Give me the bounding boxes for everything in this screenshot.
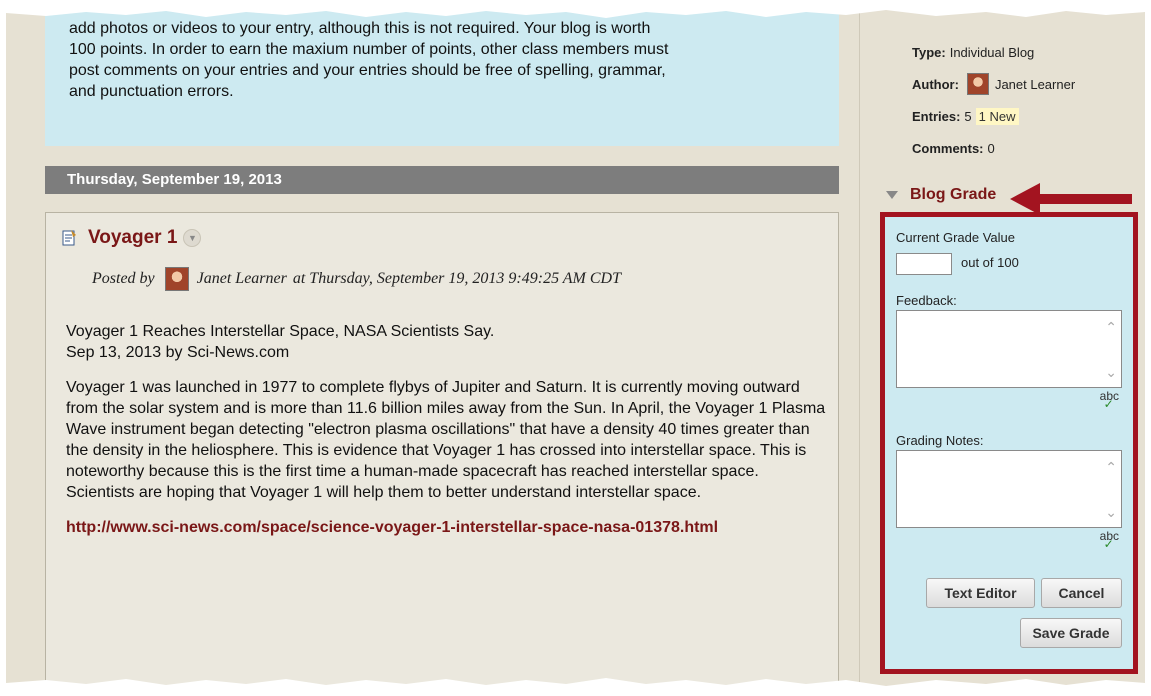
blog-type-row: Type: Individual Blog: [912, 36, 1075, 68]
type-value: Individual Blog: [949, 44, 1035, 60]
torn-edge-top: [6, 6, 1145, 18]
column-divider: [859, 6, 860, 690]
blog-entry: Voyager 1 ▼ Posted by Janet Learner at T…: [45, 212, 839, 690]
feedback-textarea[interactable]: ⌃ ⌄: [896, 310, 1122, 388]
instructions-line: post comments on your entries and your e…: [69, 62, 666, 79]
entry-options-chevron-icon[interactable]: ▼: [183, 229, 202, 247]
instructions-line: add photos or videos to your entry, alth…: [69, 20, 651, 37]
author-value: Janet Learner: [994, 76, 1076, 92]
new-entries-badge[interactable]: 1 New: [975, 107, 1019, 125]
instructions-line: 100 points. In order to earn the maxium …: [69, 41, 669, 58]
grade-out-of-label: out of 100: [961, 255, 1019, 270]
cancel-button[interactable]: Cancel: [1041, 578, 1122, 608]
scroll-up-icon[interactable]: ⌃: [1105, 319, 1117, 336]
text-editor-button[interactable]: Text Editor: [926, 578, 1035, 608]
feedback-spellcheck-icon[interactable]: abc ✓: [1100, 389, 1119, 411]
entry-date-header: Thursday, September 19, 2013: [45, 166, 839, 194]
grading-notes-spellcheck-icon[interactable]: abc ✓: [1100, 529, 1119, 551]
entry-body: Voyager 1 Reaches Interstellar Space, NA…: [66, 321, 826, 538]
author-avatar: [164, 267, 189, 291]
posted-by-label: Posted by: [92, 270, 155, 287]
author-avatar: [966, 73, 989, 95]
comments-count: 0: [987, 140, 995, 156]
entries-label: Entries:: [912, 108, 961, 124]
current-grade-input[interactable]: [896, 253, 952, 275]
entry-source: Sep 13, 2013 by Sci-News.com: [66, 344, 290, 361]
blog-sidebar: Type: Individual Blog Author: Janet Lear…: [862, 6, 1145, 690]
blog-grade-panel: Current Grade Value out of 100 Feedback:…: [880, 212, 1138, 674]
blog-main-column: add photos or videos to your entry, alth…: [6, 6, 858, 690]
scroll-down-icon[interactable]: ⌄: [1105, 504, 1117, 521]
blog-grade-toggle[interactable]: Blog Grade: [886, 186, 996, 204]
entry-headline: Voyager 1 Reaches Interstellar Space, NA…: [66, 323, 495, 340]
torn-edge-bottom: [6, 678, 1145, 690]
blog-comments-row: Comments: 0: [912, 132, 1075, 164]
grading-notes-label: Grading Notes:: [896, 433, 984, 448]
current-grade-label: Current Grade Value: [896, 230, 1015, 245]
entry-source-link[interactable]: http://www.sci-news.com/space/science-vo…: [66, 517, 826, 538]
entry-title-link[interactable]: Voyager 1: [88, 227, 177, 249]
blog-instructions: add photos or videos to your entry, alth…: [45, 6, 839, 146]
blog-grade-title: Blog Grade: [910, 186, 997, 203]
grading-notes-textarea[interactable]: ⌃ ⌄: [896, 450, 1122, 528]
scroll-up-icon[interactable]: ⌃: [1105, 459, 1117, 476]
blog-entries-row: Entries: 5 1 New: [912, 100, 1075, 132]
screenshot-frame: add photos or videos to your entry, alth…: [6, 6, 1145, 690]
blog-details: Type: Individual Blog Author: Janet Lear…: [912, 36, 1075, 164]
entry-timestamp: at Thursday, September 19, 2013 9:49:25 …: [292, 270, 621, 287]
collapse-triangle-icon: [886, 191, 898, 199]
feedback-label: Feedback:: [896, 293, 957, 308]
entry-byline: Posted by Janet Learner at Thursday, Sep…: [92, 267, 621, 291]
save-grade-button[interactable]: Save Grade: [1020, 618, 1122, 648]
instructions-line: and punctuation errors.: [69, 83, 234, 100]
scroll-down-icon[interactable]: ⌄: [1105, 364, 1117, 381]
entries-count: 5: [964, 108, 972, 124]
type-label: Type:: [912, 44, 946, 60]
entry-author: Janet Learner: [196, 270, 287, 287]
blog-author-row: Author: Janet Learner: [912, 68, 1075, 100]
comments-label: Comments:: [912, 140, 984, 156]
entry-paragraph: Voyager 1 was launched in 1977 to comple…: [66, 379, 826, 501]
blog-post-icon: [62, 230, 76, 246]
author-label: Author:: [912, 76, 959, 92]
